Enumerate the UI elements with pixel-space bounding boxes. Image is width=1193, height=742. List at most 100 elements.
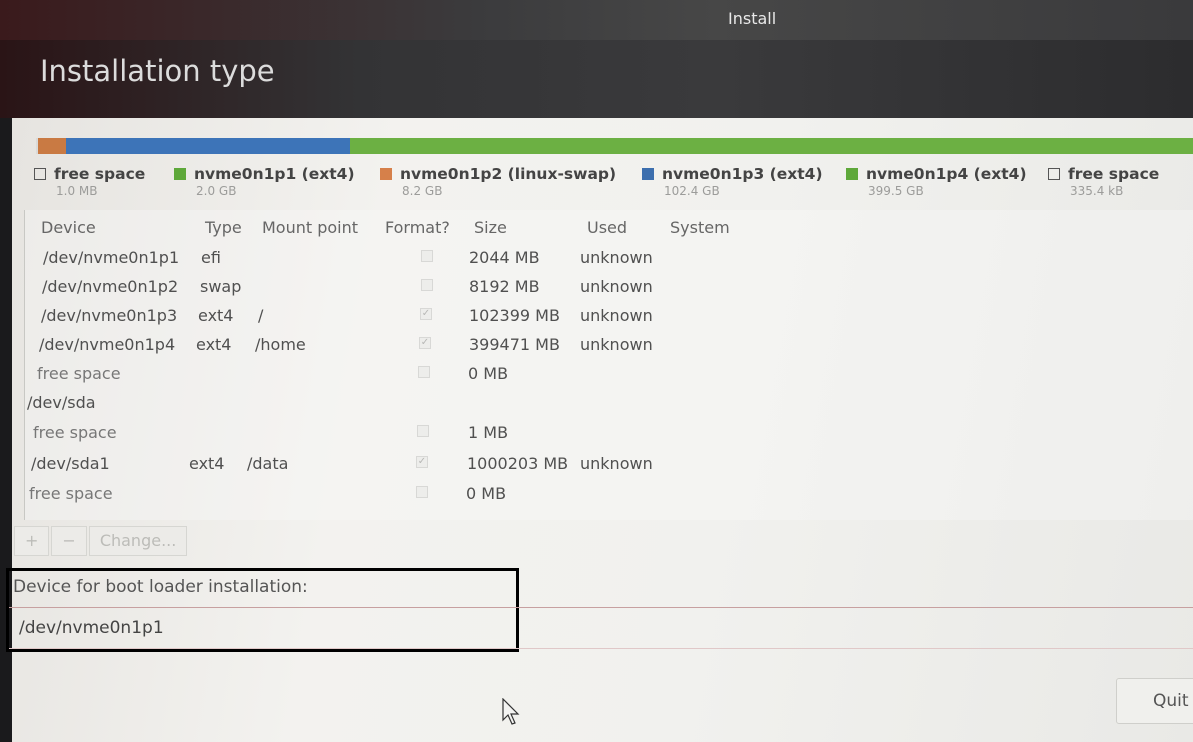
cell-device: free space — [37, 364, 121, 383]
cell-used: unknown — [580, 454, 653, 473]
format-checkbox[interactable]: ✓ — [419, 337, 431, 349]
cell-device: /dev/sda — [27, 393, 96, 412]
format-checkbox[interactable]: ✓ — [416, 456, 428, 468]
table-row[interactable]: /dev/nvme0n1p3 ext4 / ✓ 102399 MB unknow… — [25, 302, 1193, 330]
legend-label: nvme0n1p4 (ext4) — [866, 165, 1027, 183]
cell-type: ext4 — [198, 306, 234, 325]
legend-item: free space 335.4 kB — [1048, 164, 1159, 198]
legend-label: nvme0n1p1 (ext4) — [194, 165, 355, 183]
boot-loader-section: Device for boot loader installation: /de… — [6, 568, 1193, 652]
partition-toolbar: + − Change... — [14, 526, 189, 556]
page-title: Installation type — [40, 54, 275, 88]
legend-swatch — [846, 168, 858, 180]
partition-legend: free space 1.0 MB nvme0n1p1 (ext4) 2.0 G… — [34, 164, 1193, 208]
column-header-size[interactable]: Size — [474, 218, 507, 237]
cell-used: unknown — [580, 335, 653, 354]
boot-loader-select[interactable]: /dev/nvme0n1p1 — [9, 607, 1193, 649]
cell-device: /dev/sda1 — [31, 454, 110, 473]
format-checkbox[interactable] — [418, 366, 430, 378]
legend-label: nvme0n1p2 (linux-swap) — [400, 165, 617, 183]
column-header-format[interactable]: Format? — [385, 218, 450, 237]
partition-bar — [36, 138, 1193, 154]
cell-size: 0 MB — [466, 484, 507, 503]
table-row[interactable]: free space 0 MB — [25, 360, 1193, 388]
cell-size: 1000203 MB — [467, 454, 569, 473]
legend-size: 8.2 GB — [402, 184, 443, 198]
format-checkbox[interactable] — [417, 425, 429, 437]
mouse-pointer-icon — [502, 698, 520, 725]
partition-segment-nvme0n1p2 — [47, 138, 67, 154]
quit-button[interactable]: Quit — [1116, 678, 1193, 724]
column-header-used[interactable]: Used — [587, 218, 627, 237]
legend-size: 2.0 GB — [196, 184, 237, 198]
partition-table: Device Type Mount point Format? Size Use… — [24, 210, 1193, 520]
cell-type: ext4 — [196, 335, 232, 354]
cell-size: 1 MB — [468, 423, 509, 442]
main-content: free space 1.0 MB nvme0n1p1 (ext4) 2.0 G… — [6, 118, 1193, 742]
cell-type: efi — [201, 248, 221, 267]
legend-item: nvme0n1p2 (linux-swap) 8.2 GB — [380, 164, 616, 198]
legend-swatch — [642, 168, 654, 180]
table-row[interactable]: free space 0 MB — [25, 480, 1193, 508]
cell-size: 0 MB — [468, 364, 509, 383]
cell-size: 102399 MB — [469, 306, 560, 325]
legend-item: nvme0n1p4 (ext4) 399.5 GB — [846, 164, 1027, 198]
legend-swatch — [1048, 168, 1060, 180]
partition-segment-nvme0n1p1 — [38, 138, 48, 154]
cell-device: /dev/nvme0n1p4 — [39, 335, 176, 354]
cell-device: /dev/nvme0n1p1 — [43, 248, 180, 267]
table-row[interactable]: /dev/nvme0n1p4 ext4 /home ✓ 399471 MB un… — [25, 331, 1193, 359]
legend-item: nvme0n1p1 (ext4) 2.0 GB — [174, 164, 355, 198]
cell-device: /dev/nvme0n1p2 — [42, 277, 179, 296]
legend-size: 335.4 kB — [1070, 184, 1124, 198]
partition-segment-nvme0n1p4 — [349, 138, 1193, 154]
cell-device: /dev/nvme0n1p3 — [41, 306, 178, 325]
cell-type: swap — [200, 277, 242, 296]
cell-mount: /home — [255, 335, 306, 354]
page-header: Installation type — [0, 40, 1193, 118]
boot-loader-value: /dev/nvme0n1p1 — [19, 618, 164, 638]
cell-size: 399471 MB — [469, 335, 560, 354]
table-row[interactable]: free space 1 MB — [25, 419, 1193, 447]
table-row[interactable]: /dev/nvme0n1p2 swap 8192 MB unknown — [25, 273, 1193, 301]
legend-swatch — [380, 168, 392, 180]
legend-label: free space — [1068, 165, 1160, 183]
remove-partition-button[interactable]: − — [51, 526, 87, 556]
table-row[interactable]: /dev/sda1 ext4 /data ✓ 1000203 MB unknow… — [25, 450, 1193, 478]
cell-device: free space — [33, 423, 117, 442]
cell-mount: / — [258, 306, 264, 325]
cell-type: ext4 — [189, 454, 225, 473]
format-checkbox[interactable] — [421, 279, 433, 291]
window-titlebar: Install — [0, 0, 1193, 40]
cell-size: 8192 MB — [469, 277, 540, 296]
cell-used: unknown — [580, 248, 653, 267]
format-checkbox[interactable] — [416, 486, 428, 498]
cell-used: unknown — [580, 306, 653, 325]
cell-device: free space — [29, 484, 113, 503]
legend-size: 399.5 GB — [868, 184, 924, 198]
legend-label: nvme0n1p3 (ext4) — [662, 165, 823, 183]
boot-loader-label: Device for boot loader installation: — [13, 577, 308, 597]
table-row[interactable]: /dev/sda — [25, 389, 1193, 417]
change-partition-button[interactable]: Change... — [88, 526, 188, 556]
add-partition-button[interactable]: + — [14, 526, 50, 556]
table-row[interactable]: /dev/nvme0n1p1 efi 2044 MB unknown — [25, 244, 1193, 272]
legend-label: free space — [54, 165, 146, 183]
format-checkbox[interactable]: ✓ — [420, 308, 432, 320]
column-header-mount-point[interactable]: Mount point — [262, 218, 358, 237]
window-title: Install — [728, 9, 777, 28]
cell-size: 2044 MB — [469, 248, 540, 267]
legend-swatch — [34, 168, 46, 180]
legend-item: free space 1.0 MB — [34, 164, 145, 198]
legend-size: 1.0 MB — [56, 184, 98, 198]
legend-swatch — [174, 168, 186, 180]
format-checkbox[interactable] — [421, 250, 433, 262]
column-header-system[interactable]: System — [670, 218, 730, 237]
partition-segment-nvme0n1p3 — [66, 138, 350, 154]
column-header-type[interactable]: Type — [205, 218, 242, 237]
cell-used: unknown — [580, 277, 653, 296]
legend-size: 102.4 GB — [664, 184, 720, 198]
cell-mount: /data — [247, 454, 289, 473]
legend-item: nvme0n1p3 (ext4) 102.4 GB — [642, 164, 823, 198]
column-header-device[interactable]: Device — [41, 218, 96, 237]
